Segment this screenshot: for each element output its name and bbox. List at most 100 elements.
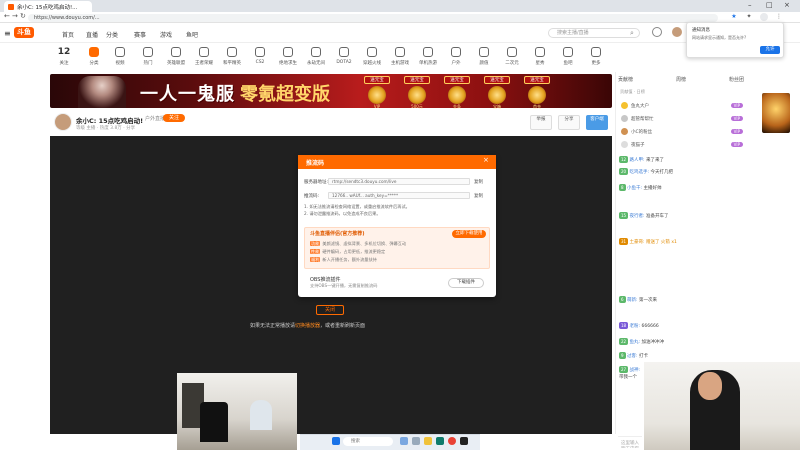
category-item[interactable]: DOTA2 — [330, 47, 358, 65]
category-icon — [591, 47, 601, 57]
chat-user[interactable]: 夜行者: — [630, 214, 645, 219]
stream-key-field[interactable]: 12766.. wAUf... auth_key=***** — [328, 192, 470, 199]
edge-icon[interactable] — [436, 437, 444, 445]
windows-start-icon[interactable] — [332, 437, 340, 445]
category-item[interactable]: 鱼吧 — [554, 47, 582, 66]
chat-user[interactable]: 路人甲: — [630, 158, 645, 163]
category-item[interactable]: 英雄联盟 — [162, 47, 190, 66]
category-item[interactable]: 绝地求生 — [274, 47, 302, 66]
chat-user[interactable]: 土豪哥: — [630, 240, 645, 245]
category-label: 二次元 — [505, 61, 519, 66]
search-input[interactable]: 搜索主播/直播 — [548, 28, 640, 38]
copy-key-button[interactable]: 复制 — [474, 193, 483, 199]
category-icon — [227, 47, 237, 57]
site-logo[interactable]: 斗鱼 — [14, 27, 34, 38]
side-ad-image[interactable] — [762, 93, 790, 133]
player-close-button[interactable]: 关闭 — [316, 305, 344, 315]
chat-user[interactable]: 老粉: — [630, 324, 641, 329]
category-item[interactable]: 热门 — [134, 47, 162, 66]
tab-fans[interactable]: 粉丝团 — [729, 76, 744, 83]
refresh-icon[interactable]: ↻ — [20, 12, 26, 20]
menu-dots-icon[interactable]: ⋮ — [775, 13, 783, 21]
chat-user[interactable]: 吃鸡选手: — [630, 170, 650, 175]
category-item[interactable]: 分类 — [80, 47, 108, 66]
profile-icon[interactable] — [760, 13, 768, 21]
category-icon — [367, 47, 377, 57]
category-item[interactable]: 二次元 — [498, 47, 526, 66]
category-item[interactable]: 颜值 — [470, 47, 498, 66]
category-item[interactable]: CS2 — [246, 47, 274, 65]
category-item[interactable]: 户外 — [442, 47, 470, 66]
category-item[interactable]: 穿越火线 — [358, 47, 386, 66]
search-icon[interactable]: ⌕ — [630, 29, 634, 38]
taskbar-search[interactable]: 搜索 — [343, 437, 393, 446]
category-follow[interactable]: 12 关注 — [50, 47, 78, 66]
chat-input[interactable]: 这里输入聊天内容 — [618, 436, 642, 448]
task-view-icon[interactable] — [400, 437, 408, 445]
rank-row[interactable]: 夜猫子 VIP — [621, 139, 743, 150]
chat-user[interactable]: 萌新: — [627, 298, 638, 303]
category-item[interactable]: 更多 — [582, 47, 610, 66]
chat-user[interactable]: 过客: — [627, 354, 638, 359]
category-item[interactable]: 视频 — [106, 47, 134, 66]
user-avatar[interactable] — [672, 27, 682, 37]
copy-server-button[interactable]: 复制 — [474, 179, 483, 185]
rank-row[interactable]: 超管帮帮忙 VIP — [621, 113, 743, 124]
server-url-field[interactable]: rtmp://sendtc3.douyu.com/live — [328, 178, 470, 185]
chat-text: 第一次来 — [638, 298, 657, 303]
category-item[interactable]: 星秀 — [526, 47, 554, 66]
close-window-icon[interactable]: × — [784, 1, 790, 9]
streamer-avatar[interactable] — [54, 113, 72, 131]
hamburger-icon[interactable]: ≡ — [4, 29, 11, 38]
badge-label: 送元宝 — [404, 76, 430, 84]
tab-weekly[interactable]: 周榜 — [676, 76, 686, 83]
nav-live[interactable]: 直播 — [86, 30, 98, 39]
chat-text: 打卡 — [638, 354, 648, 359]
back-icon[interactable]: ← — [4, 12, 10, 20]
file-explorer-icon[interactable] — [424, 437, 432, 445]
star-icon[interactable]: ★ — [730, 13, 738, 21]
download-companion-button[interactable]: 立即下载使用 — [452, 230, 486, 238]
category-item[interactable]: 单机热游 — [414, 47, 442, 66]
chrome-icon[interactable] — [448, 437, 456, 445]
obs-icon[interactable] — [460, 437, 468, 445]
category-item[interactable]: 王者荣耀 — [190, 47, 218, 66]
widgets-icon[interactable] — [412, 437, 420, 445]
category-item[interactable]: 主机游戏 — [386, 47, 414, 66]
download-client-button[interactable]: 客户端 — [586, 115, 608, 130]
follow-button[interactable]: 关注 — [163, 114, 185, 122]
nav-events[interactable]: 赛事 — [134, 30, 146, 39]
category-label: DOTA2 — [336, 60, 352, 65]
nav-fishbar[interactable]: 鱼吧 — [186, 30, 198, 39]
allow-button[interactable]: 允许 — [760, 46, 780, 54]
chat-user[interactable]: 鱼丸: — [630, 340, 641, 345]
banner-character-image — [78, 76, 126, 108]
level-badge: 8 — [619, 184, 626, 191]
rank-row[interactable]: 鱼丸大户 VIP — [621, 100, 743, 111]
switch-player-link[interactable]: 切换播放器 — [295, 323, 320, 329]
chat-user[interactable]: 战神: — [630, 368, 641, 373]
tab-contribution[interactable]: 贡献榜 — [618, 76, 633, 83]
report-button[interactable]: 举报 — [530, 115, 552, 130]
tip-line: 2. 请勿泄露推流码，以免造成不良后果。 — [304, 210, 381, 216]
category-item[interactable]: 永劫无间 — [302, 47, 330, 66]
extensions-icon[interactable]: ✦ — [745, 13, 753, 21]
url-field[interactable]: https://www.douyu.com/... — [28, 13, 718, 22]
maximize-icon[interactable]: □ — [766, 1, 773, 9]
history-icon[interactable] — [652, 27, 662, 37]
chat-user[interactable]: 小鱼干: — [627, 186, 642, 191]
category-item[interactable]: 和平精英 — [218, 47, 246, 66]
minimize-icon[interactable]: – — [748, 1, 752, 9]
category-label: 王者荣耀 — [195, 61, 213, 66]
share-button[interactable]: 分享 — [558, 115, 580, 130]
nav-games[interactable]: 游戏 — [160, 30, 172, 39]
dialog-close-icon[interactable]: × — [483, 156, 489, 164]
stream-tag[interactable]: 户外直播 — [145, 115, 165, 122]
forward-icon[interactable]: → — [12, 12, 18, 20]
nav-category[interactable]: 分类 — [106, 30, 118, 39]
download-plugin-button[interactable]: 下载插件 — [448, 278, 484, 288]
category-label: 英雄联盟 — [167, 61, 185, 66]
nav-home[interactable]: 首页 — [62, 30, 74, 39]
rank-row[interactable]: 小C的粉丝 VIP — [621, 126, 743, 137]
browser-tab[interactable]: 余小C: 15点吃鸡启动!... — [4, 1, 92, 12]
